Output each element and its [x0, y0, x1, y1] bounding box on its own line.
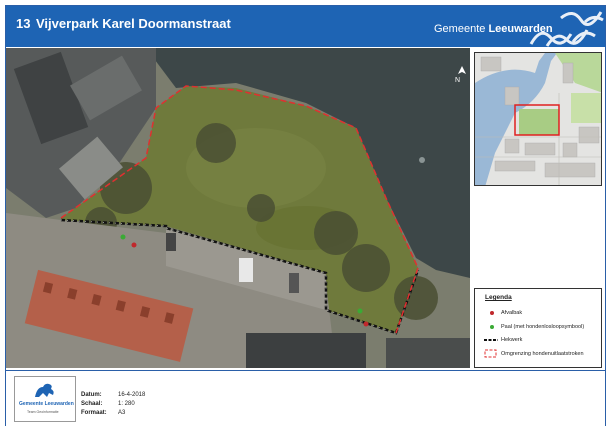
date-label: Datum:: [81, 392, 102, 398]
title-bar: 13 Vijverpark Karel Doormanstraat Gemeen…: [6, 6, 605, 47]
boundary-area-icon: [484, 349, 497, 358]
footer-logo-name: Leeuwarden: [44, 401, 74, 407]
map-number: 13: [16, 16, 31, 31]
footer-logo-prefix: Gemeente: [19, 401, 44, 407]
waste-bin-icon: [490, 311, 494, 315]
footer-logo-text: Gemeente Leeuwarden: [19, 401, 74, 407]
legend-item-label: Omgrenzing hondenuitlaatstroken: [501, 351, 584, 357]
waste-bin-marker[interactable]: [363, 321, 369, 327]
date-value: 16-4-2018: [118, 392, 146, 398]
dog-post-marker[interactable]: [120, 234, 126, 240]
overview-map[interactable]: [474, 52, 602, 186]
aerial-map[interactable]: N: [6, 48, 470, 368]
legend-title: Legenda: [485, 294, 512, 301]
legend-item-label: Hekwerk: [501, 337, 523, 343]
map-title: Vijverpark Karel Doormanstraat: [36, 16, 231, 31]
header-decoration-icon: [529, 11, 604, 47]
dog-post-icon: [490, 325, 494, 329]
legend-panel: Legenda Afvalbak Paal (met hondenlosloop…: [474, 288, 602, 368]
header-logo-prefix: Gemeente: [434, 23, 486, 35]
waste-bin-marker[interactable]: [131, 242, 137, 248]
footer-bar: Gemeente Leeuwarden Team Geoinformatie D…: [6, 370, 605, 426]
aerial-map-canvas: N: [6, 48, 470, 368]
format-label: Formaat:: [81, 410, 107, 416]
scale-label: Schaal:: [81, 401, 103, 407]
legend-item-label: Paal (met hondenlosloopsymbool): [501, 324, 585, 330]
scale-value: 1: 280: [118, 401, 135, 407]
overview-map-canvas: [475, 53, 601, 185]
format-value: A3: [118, 410, 126, 416]
lion-emblem-icon: [35, 383, 54, 397]
legend-item-label: Afvalbak: [501, 310, 523, 316]
footer-logo: Gemeente Leeuwarden Team Geoinformatie: [14, 376, 76, 422]
dog-post-marker[interactable]: [357, 308, 363, 314]
fence-line-icon: [484, 339, 498, 341]
footer-logo-sub: Team Geoinformatie: [27, 410, 59, 414]
north-label: N: [455, 77, 460, 84]
